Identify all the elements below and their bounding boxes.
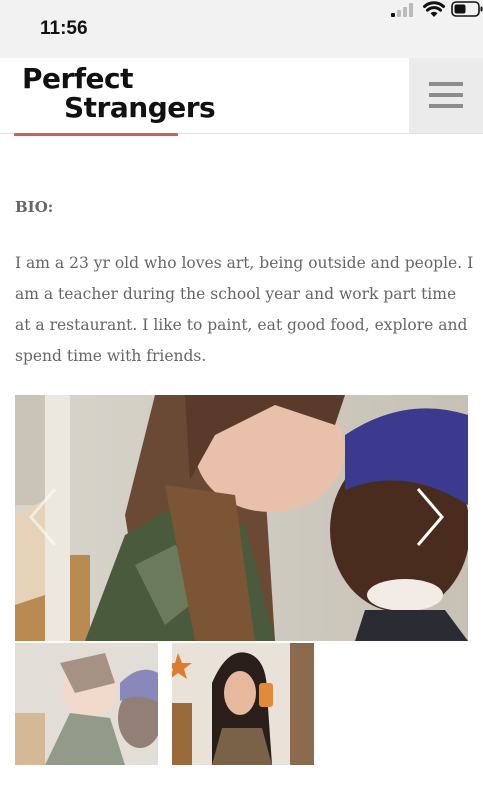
site-logo[interactable]: Perfect Strangers (22, 62, 216, 124)
photo-gallery[interactable] (15, 395, 468, 641)
chevron-right-icon[interactable] (410, 485, 450, 549)
logo-line-1: Perfect (22, 62, 133, 95)
menu-button[interactable] (409, 58, 483, 133)
status-time: 11:56 (40, 18, 88, 39)
thumbnail-photo-1 (15, 643, 158, 765)
hamburger-menu-icon (429, 82, 463, 86)
wifi-icon (423, 1, 445, 17)
bio-text: I am a 23 yr old who loves art, being ou… (15, 254, 474, 365)
battery-icon (451, 1, 483, 17)
gallery-main-photo (15, 395, 468, 641)
gallery-thumbnail-1[interactable] (15, 643, 158, 765)
bio-heading: BIO: (15, 198, 54, 216)
gallery-thumbnail-2[interactable] (172, 643, 314, 765)
site-header: Perfect Strangers (0, 58, 483, 134)
logo-line-2: Strangers (64, 91, 216, 124)
thumbnail-photo-2 (172, 643, 314, 765)
accent-underline (14, 133, 178, 136)
signal-icon (391, 3, 413, 17)
status-bar: 11:56 (0, 0, 483, 58)
chevron-left-icon[interactable] (23, 485, 63, 549)
